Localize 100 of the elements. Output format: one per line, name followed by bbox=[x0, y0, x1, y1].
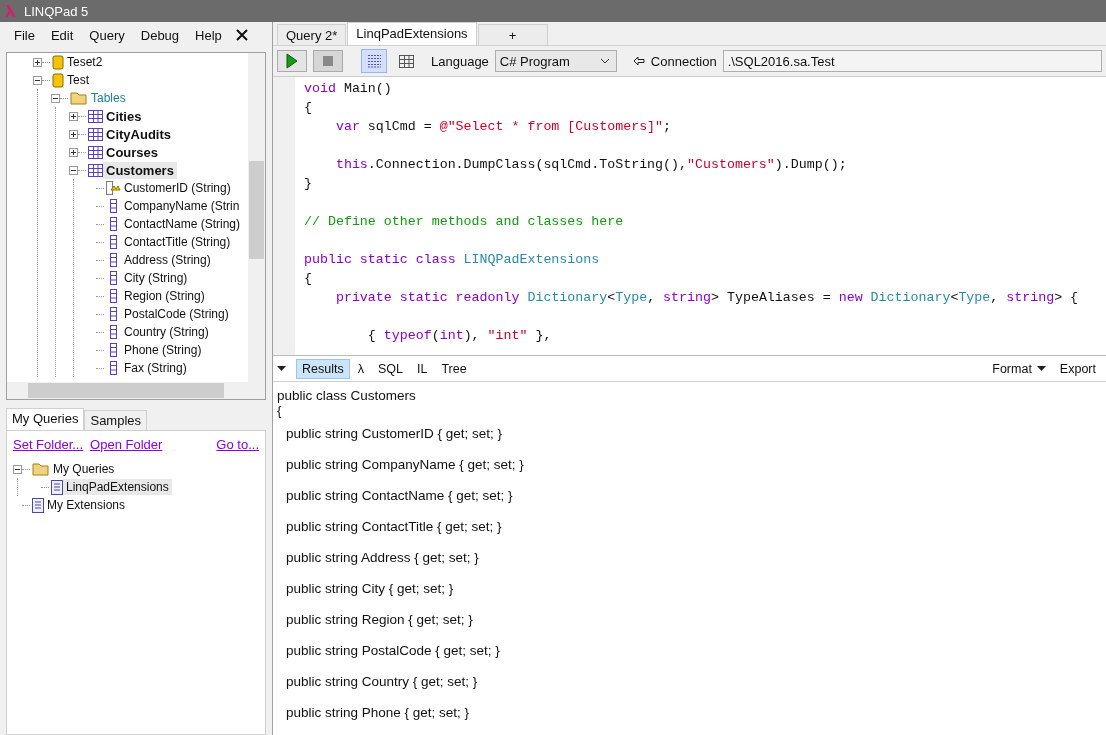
tree-item[interactable]: Region (String) bbox=[121, 288, 208, 304]
results-tab[interactable]: SQL bbox=[371, 358, 409, 379]
code-line: { bbox=[304, 270, 313, 288]
query-tab[interactable]: Query 2* bbox=[277, 24, 347, 45]
document-icon bbox=[51, 479, 63, 495]
tree-item[interactable]: CityAudits bbox=[103, 125, 174, 143]
menu-button[interactable]: Export bbox=[1053, 361, 1102, 376]
menu-button[interactable]: Format bbox=[986, 361, 1052, 376]
column-icon bbox=[110, 253, 117, 267]
tree-item[interactable]: City (String) bbox=[121, 270, 191, 286]
column-icon bbox=[110, 235, 117, 249]
results-tab[interactable]: IL bbox=[410, 358, 434, 379]
expand-toggle[interactable] bbox=[69, 147, 78, 157]
key-column-icon bbox=[106, 181, 121, 195]
results-tab[interactable]: Results bbox=[296, 358, 350, 379]
code-line: void Main() bbox=[304, 80, 393, 98]
tree-item[interactable]: Teset2 bbox=[64, 54, 106, 70]
column-icon bbox=[110, 325, 117, 339]
expand-toggle[interactable] bbox=[69, 111, 78, 121]
run-button[interactable] bbox=[277, 50, 307, 72]
play-icon bbox=[286, 53, 298, 69]
collapse-toggle[interactable] bbox=[51, 93, 60, 103]
tree-item[interactable]: Customers bbox=[103, 161, 177, 179]
menu-item[interactable]: Help bbox=[187, 27, 230, 43]
column-icon bbox=[110, 343, 117, 357]
results-tab[interactable]: λ bbox=[351, 358, 370, 379]
table-icon bbox=[88, 127, 103, 141]
result-text: public string Address { get; set; } bbox=[285, 549, 480, 567]
vertical-scrollbar[interactable] bbox=[248, 53, 265, 382]
tree-item[interactable]: Test bbox=[64, 72, 92, 88]
close-icon[interactable] bbox=[235, 29, 248, 41]
column-icon bbox=[110, 217, 117, 231]
code-line: public static class LINQPadExtensions bbox=[304, 251, 601, 269]
tree-item[interactable]: LinqPadExtensions bbox=[63, 479, 172, 495]
tree-item[interactable]: Courses bbox=[103, 143, 162, 161]
expand-toggle[interactable] bbox=[69, 129, 78, 139]
code-line: private static readonly Dictionary<Type, string> TypeAliases = new Dictionary<Type, string> { bbox=[334, 289, 1079, 307]
arrow-left-icon bbox=[632, 56, 645, 66]
query-tab[interactable]: LinqPadExtensions bbox=[347, 22, 477, 45]
collapse-toggle[interactable] bbox=[69, 165, 78, 175]
result-text: public string CustomerID { get; set; } bbox=[285, 425, 504, 443]
tree-item[interactable]: ContactTitle (String) bbox=[121, 234, 234, 250]
text-view-button[interactable] bbox=[361, 49, 387, 73]
tree-item[interactable]: Country (String) bbox=[121, 324, 212, 340]
column-icon bbox=[110, 361, 117, 375]
link[interactable]: Open Folder bbox=[90, 437, 163, 452]
tree-item[interactable]: Tables bbox=[88, 90, 129, 106]
tab[interactable]: My Queries bbox=[6, 408, 85, 430]
code-editor[interactable] bbox=[273, 76, 1106, 356]
collapse-caret-icon bbox=[277, 365, 286, 372]
code-line: } bbox=[304, 175, 313, 193]
stop-icon bbox=[323, 56, 333, 66]
tree-item[interactable]: ContactName (String) bbox=[121, 216, 244, 232]
link[interactable]: Set Folder... bbox=[13, 437, 84, 452]
code-line: { typeof(int), "int" }, bbox=[366, 327, 553, 345]
tree-item[interactable]: PostalCode (String) bbox=[121, 306, 232, 322]
caret-icon bbox=[1036, 365, 1046, 372]
code-line: this.Connection.DumpClass(sqlCmd.ToString(),"Customers").Dump(); bbox=[334, 156, 848, 174]
menu-item[interactable]: Debug bbox=[132, 27, 188, 43]
collapse-toggle[interactable] bbox=[33, 75, 42, 85]
lines-icon bbox=[366, 54, 382, 68]
tree-item[interactable]: Phone (String) bbox=[121, 342, 205, 358]
column-icon bbox=[110, 199, 117, 213]
menu-item[interactable]: File bbox=[6, 27, 43, 43]
column-icon bbox=[110, 307, 117, 321]
tree-item[interactable]: CustomerID (String) bbox=[121, 180, 234, 196]
result-text: public string Region { get; set; } bbox=[285, 611, 474, 629]
tree-item[interactable]: Fax (String) bbox=[121, 360, 190, 376]
result-text: public string ContactName { get; set; } bbox=[285, 487, 514, 505]
expand-toggle[interactable] bbox=[33, 57, 42, 67]
result-text: { bbox=[277, 403, 283, 418]
result-text: public string ContactTitle { get; set; } bbox=[285, 518, 503, 536]
horizontal-scrollbar[interactable] bbox=[7, 382, 265, 399]
connection-field[interactable]: .\SQL2016.sa.Test bbox=[722, 50, 1102, 72]
tree-item[interactable]: CompanyName (Strin bbox=[121, 198, 243, 214]
tab[interactable]: Samples bbox=[84, 410, 148, 430]
code-line: var sqlCmd = @"Select * from [Customers]"; bbox=[334, 118, 673, 136]
menu-item[interactable]: Query bbox=[81, 27, 133, 43]
cylinder-icon bbox=[52, 72, 64, 88]
chevron-down-icon bbox=[599, 58, 610, 64]
result-text: public string CompanyName { get; set; } bbox=[285, 456, 525, 474]
tree-item[interactable]: Address (String) bbox=[121, 252, 214, 268]
link[interactable]: Go to... bbox=[216, 437, 259, 452]
tree-item[interactable]: Cities bbox=[103, 107, 145, 125]
collapse-toggle[interactable] bbox=[13, 464, 22, 474]
column-icon bbox=[110, 271, 117, 285]
tree-item[interactable]: My Queries bbox=[50, 461, 118, 477]
folder-icon bbox=[32, 462, 50, 476]
result-text: public string City { get; set; } bbox=[285, 580, 455, 598]
language-dropdown[interactable]: C# Program bbox=[494, 50, 617, 72]
table-icon bbox=[88, 145, 103, 159]
query-tab[interactable]: + bbox=[477, 24, 548, 45]
code-line: { bbox=[304, 99, 313, 117]
menu-item[interactable]: Edit bbox=[42, 27, 82, 43]
results-tab[interactable]: Tree bbox=[435, 358, 473, 379]
tree-item[interactable]: My Extensions bbox=[44, 497, 129, 513]
grid-icon bbox=[398, 54, 414, 68]
result-text: public string Phone { get; set; } bbox=[285, 704, 471, 722]
document-icon bbox=[32, 497, 44, 513]
table-icon bbox=[88, 163, 103, 177]
